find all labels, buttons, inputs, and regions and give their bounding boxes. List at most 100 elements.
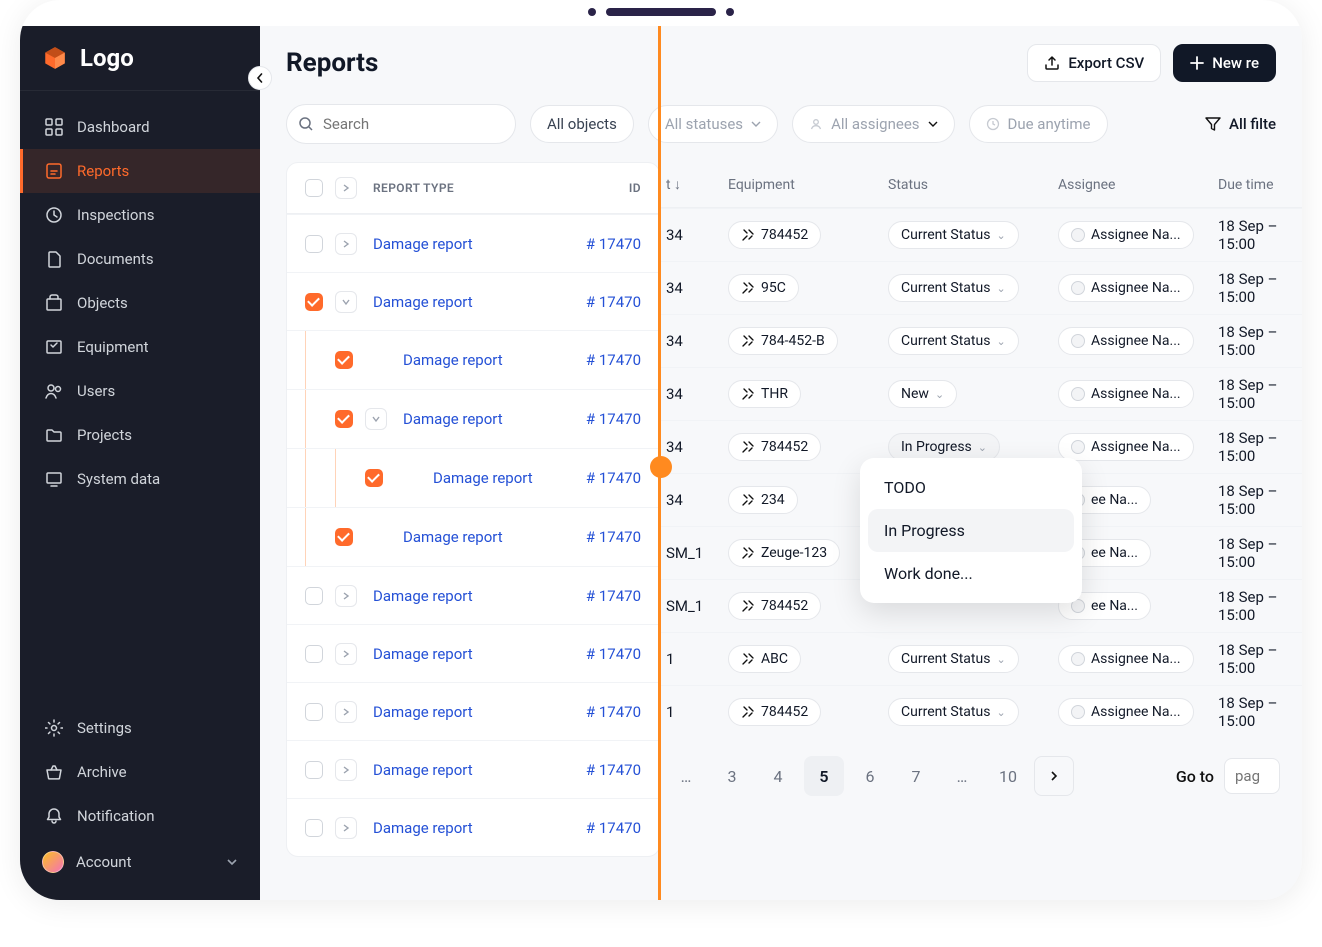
expand-toggle[interactable]: [365, 408, 387, 430]
report-row[interactable]: Damage report# 17470: [287, 272, 659, 330]
row-checkbox[interactable]: [305, 761, 323, 779]
status-option[interactable]: In Progress: [868, 509, 1074, 552]
filter-due[interactable]: Due anytime: [969, 105, 1108, 143]
equipment-chip[interactable]: Zeuge-123: [728, 539, 840, 567]
row-checkbox[interactable]: [305, 703, 323, 721]
sidebar-item-objects[interactable]: Objects: [20, 281, 260, 325]
row-checkbox[interactable]: [335, 528, 353, 546]
report-row[interactable]: Damage report# 17470: [287, 507, 659, 566]
assignee-chip[interactable]: Assignee Na...: [1058, 221, 1194, 249]
sidebar-item-settings[interactable]: Settings: [20, 706, 260, 750]
status-select[interactable]: Current Status ⌄: [888, 274, 1019, 302]
status-select[interactable]: Current Status ⌄: [888, 698, 1019, 726]
assignee-chip[interactable]: Assignee Na...: [1058, 645, 1194, 673]
status-select[interactable]: Current Status ⌄: [888, 645, 1019, 673]
sidebar-item-system-data[interactable]: System data: [20, 457, 260, 501]
export-csv-button[interactable]: Export CSV: [1027, 44, 1161, 82]
filter-statuses[interactable]: All statuses: [648, 105, 778, 143]
row-checkbox[interactable]: [335, 351, 353, 369]
sidebar-item-documents[interactable]: Documents: [20, 237, 260, 281]
status-select[interactable]: New ⌄: [888, 380, 957, 408]
account-menu[interactable]: Account: [20, 838, 260, 886]
report-row[interactable]: Damage report# 17470: [287, 566, 659, 624]
sidebar-collapse-button[interactable]: [248, 66, 272, 90]
report-type-link[interactable]: Damage report: [403, 528, 503, 546]
expand-toggle[interactable]: [335, 701, 357, 723]
report-row[interactable]: Damage report# 17470: [287, 740, 659, 798]
expand-toggle[interactable]: [335, 585, 357, 607]
select-all-checkbox[interactable]: [305, 179, 323, 197]
status-option[interactable]: TODO: [868, 466, 1074, 509]
report-row[interactable]: Damage report# 17470: [287, 682, 659, 740]
new-report-button[interactable]: New re: [1173, 44, 1276, 82]
page-3[interactable]: 3: [712, 756, 752, 796]
sidebar-item-inspections[interactable]: Inspections: [20, 193, 260, 237]
row-checkbox[interactable]: [305, 645, 323, 663]
expand-toggle[interactable]: [335, 233, 357, 255]
status-option[interactable]: Work done...: [868, 552, 1074, 595]
report-type-link[interactable]: Damage report: [373, 819, 473, 837]
assignee-chip[interactable]: Assignee Na...: [1058, 274, 1194, 302]
status-select[interactable]: Current Status ⌄: [888, 221, 1019, 249]
sidebar-item-projects[interactable]: Projects: [20, 413, 260, 457]
search-input[interactable]: [286, 104, 516, 144]
equipment-chip[interactable]: 784452: [728, 698, 821, 726]
report-type-link[interactable]: Damage report: [373, 293, 473, 311]
equipment-chip[interactable]: THR: [728, 380, 801, 408]
equipment-chip[interactable]: 784452: [728, 592, 821, 620]
expand-toggle[interactable]: [335, 759, 357, 781]
page-last[interactable]: 10: [988, 756, 1028, 796]
expand-toggle[interactable]: [335, 643, 357, 665]
assignee-chip[interactable]: Assignee Na...: [1058, 380, 1194, 408]
assignee-chip[interactable]: Assignee Na...: [1058, 698, 1194, 726]
equipment-chip[interactable]: ABC: [728, 645, 801, 673]
equipment-chip[interactable]: 234: [728, 486, 798, 514]
row-checkbox[interactable]: [305, 587, 323, 605]
sidebar-item-equipment[interactable]: Equipment: [20, 325, 260, 369]
report-row[interactable]: Damage report# 17470: [287, 798, 659, 856]
assignee-chip[interactable]: Assignee Na...: [1058, 433, 1194, 461]
status-select[interactable]: Current Status ⌄: [888, 327, 1019, 355]
report-row[interactable]: Damage report# 17470: [287, 330, 659, 389]
report-row[interactable]: Damage report# 17470: [287, 448, 659, 507]
row-checkbox[interactable]: [305, 235, 323, 253]
equipment-chip[interactable]: 784-452-B: [728, 327, 838, 355]
report-row[interactable]: Damage report# 17470: [287, 214, 659, 272]
report-row[interactable]: Damage report# 17470: [287, 389, 659, 448]
sidebar-item-notification[interactable]: Notification: [20, 794, 260, 838]
sidebar-item-reports[interactable]: Reports: [20, 149, 260, 193]
equipment-chip[interactable]: 95C: [728, 274, 799, 302]
sidebar-item-archive[interactable]: Archive: [20, 750, 260, 794]
report-type-link[interactable]: Damage report: [403, 351, 503, 369]
report-type-link[interactable]: Damage report: [433, 469, 533, 487]
page-6[interactable]: 6: [850, 756, 890, 796]
report-type-link[interactable]: Damage report: [373, 645, 473, 663]
page-5[interactable]: 5: [804, 756, 844, 796]
page-7[interactable]: 7: [896, 756, 936, 796]
report-type-link[interactable]: Damage report: [373, 235, 473, 253]
goto-input[interactable]: [1224, 758, 1280, 794]
report-type-link[interactable]: Damage report: [403, 410, 503, 428]
report-type-link[interactable]: Damage report: [373, 761, 473, 779]
report-type-link[interactable]: Damage report: [373, 703, 473, 721]
status-select[interactable]: In Progress ⌄: [888, 433, 1000, 461]
row-checkbox[interactable]: [335, 410, 353, 428]
sidebar-item-dashboard[interactable]: Dashboard: [20, 105, 260, 149]
report-row[interactable]: Damage report# 17470: [287, 624, 659, 682]
filter-objects[interactable]: All objects: [530, 105, 634, 143]
equipment-chip[interactable]: 784452: [728, 433, 821, 461]
page-4[interactable]: 4: [758, 756, 798, 796]
assignee-chip[interactable]: Assignee Na...: [1058, 327, 1194, 355]
split-handle[interactable]: [650, 456, 672, 478]
row-checkbox[interactable]: [305, 293, 323, 311]
all-filters-button[interactable]: All filte: [1205, 115, 1276, 133]
expand-toggle[interactable]: [335, 177, 357, 199]
row-checkbox[interactable]: [305, 819, 323, 837]
sidebar-item-users[interactable]: Users: [20, 369, 260, 413]
expand-toggle[interactable]: [335, 291, 357, 313]
expand-toggle[interactable]: [335, 817, 357, 839]
filter-assignees[interactable]: All assignees: [792, 105, 954, 143]
col-sort[interactable]: t ↓: [666, 176, 718, 193]
page-next-button[interactable]: [1034, 756, 1074, 796]
report-type-link[interactable]: Damage report: [373, 587, 473, 605]
